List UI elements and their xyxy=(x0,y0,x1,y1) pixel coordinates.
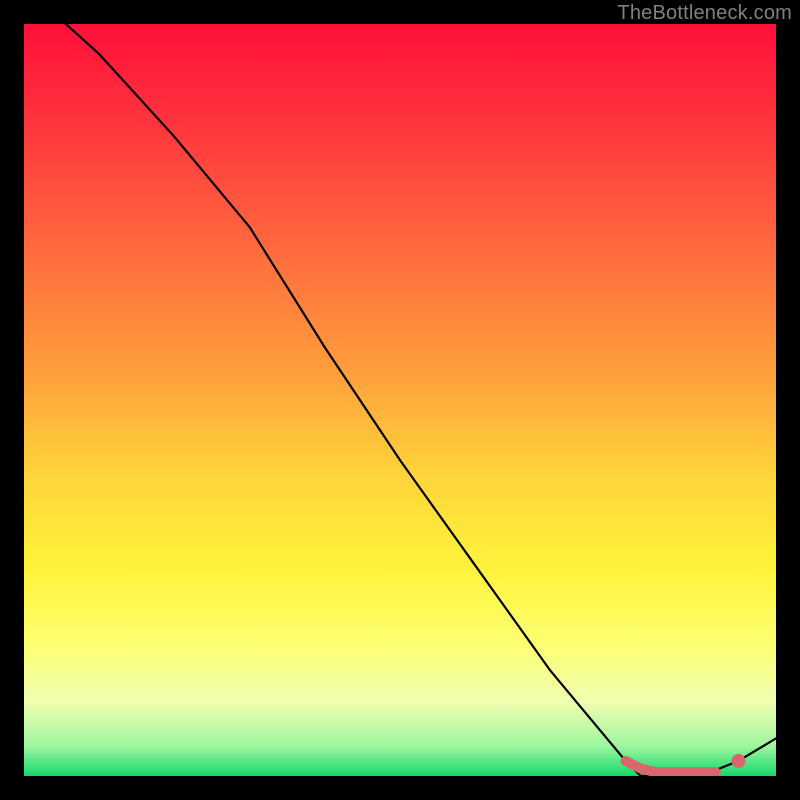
watermark-text: TheBottleneck.com xyxy=(617,2,792,25)
chart-stage: TheBottleneck.com xyxy=(0,0,800,800)
chart-svg xyxy=(24,24,776,776)
gradient-background xyxy=(24,24,776,776)
highlight-end-dot xyxy=(731,754,745,768)
plot-area xyxy=(24,24,776,776)
